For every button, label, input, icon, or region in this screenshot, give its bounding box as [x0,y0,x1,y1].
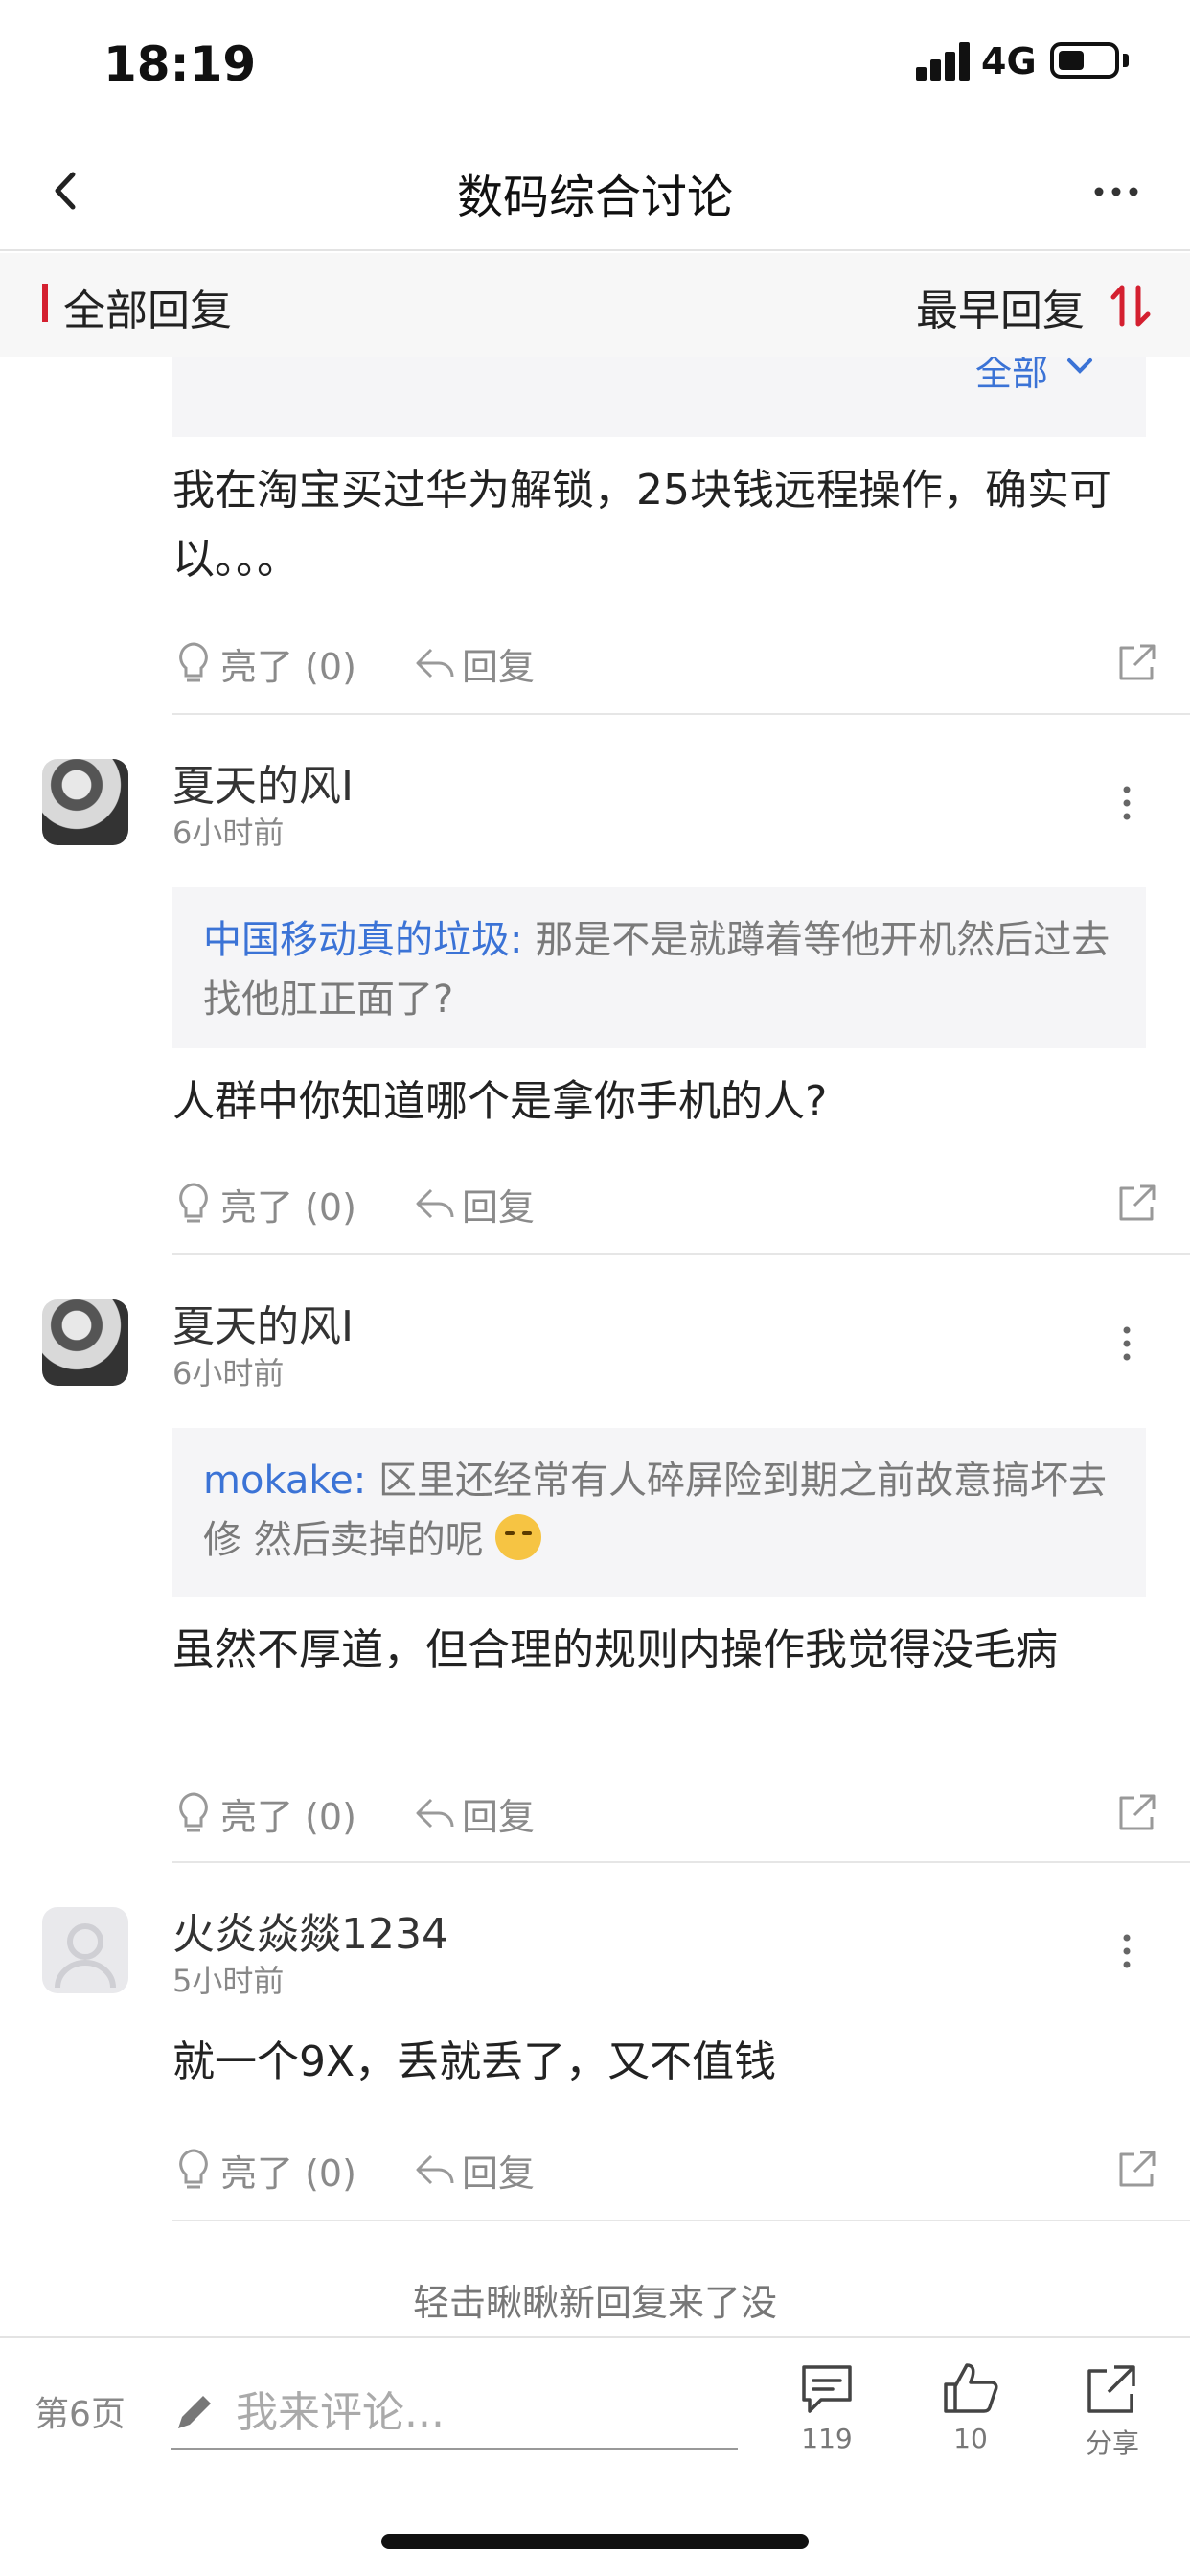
light-label: 亮了 (0) [220,2151,356,2195]
divider [172,2220,1190,2221]
comments-count: 119 [801,2423,853,2454]
light-button[interactable]: 亮了 (0) [172,1175,356,1232]
like-button[interactable]: 10 [918,2359,1023,2494]
share-icon[interactable] [1115,1790,1159,1834]
tab-all-replies[interactable]: 全部回复 [63,276,232,337]
light-button[interactable]: 亮了 (0) [172,1784,356,1842]
user-name[interactable]: 火炎焱燚1234 [172,1899,448,1961]
reply-actions: 亮了 (0) 回复 [172,634,1159,692]
more-horizontal-icon[interactable] [1092,182,1140,201]
battery-tip [1123,54,1129,67]
load-new-replies-button[interactable]: 轻击瞅瞅新回复来了没 [0,2273,1190,2326]
more-vertical-icon[interactable] [1117,784,1136,822]
reply-actions: 亮了 (0) 回复 [172,1175,1159,1232]
reply-actions: 亮了 (0) 回复 [172,1784,1159,1842]
divider [172,1861,1190,1863]
light-label: 亮了 (0) [220,645,356,688]
post-time: 5小时前 [172,1963,285,1999]
share-icon [1087,2365,1135,2413]
chevron-down-icon[interactable] [1065,356,1094,376]
reply-label: 回复 [462,645,536,688]
likes-count: 10 [953,2423,988,2454]
quote-user[interactable]: mokake: [203,1459,366,1503]
thumbs-up-icon [944,2363,998,2413]
status-time: 18:19 [103,36,257,92]
reply-label: 回复 [462,1185,536,1229]
network-type: 4G [981,40,1037,82]
reply-body: 虽然不厚道，但合理的规则内操作我觉得没毛病 [172,1625,1058,1674]
reply-button[interactable]: 回复 [414,2141,535,2198]
reply-body: 就一个9X，丢就丢了，又不值钱 [172,2037,777,2086]
filter-bar: 全部回复 最早回复 [0,253,1190,356]
reply-label: 回复 [462,1795,536,1838]
lightbulb-icon [179,2149,208,2189]
user-name[interactable]: 夏天的风I [172,1292,354,1353]
page-indicator[interactable]: 第6页 [34,2386,126,2436]
avatar[interactable] [42,1300,128,1386]
quote-box[interactable]: mokake: 区里还经常有人碎屏险到期之前故意搞坏去修 然后卖掉的呢 [172,1428,1146,1597]
quote-box[interactable]: 中国移动真的垃圾: 那是不是就蹲着等他开机然后过去找他肛正面了? [172,887,1146,1048]
share-icon[interactable] [1115,640,1159,684]
divider [172,713,1190,715]
avatar[interactable] [42,759,128,845]
light-label: 亮了 (0) [220,1185,356,1229]
light-button[interactable]: 亮了 (0) [172,634,356,692]
lightbulb-icon [179,1792,208,1832]
expand-all-link[interactable]: 全部 [975,356,1048,396]
reply-arrow-icon [416,1188,454,1219]
crying-emoji-icon [495,1514,542,1560]
comment-bubble-icon [802,2365,852,2413]
light-button[interactable]: 亮了 (0) [172,2141,356,2198]
divider [172,1254,1190,1255]
reply-body: 人群中你知道哪个是拿你手机的人? [172,1077,828,1126]
quote-user[interactable]: 中国移动真的垃圾: [203,918,522,962]
reply-arrow-icon [416,1798,454,1828]
reply-arrow-icon [416,648,454,678]
pencil-icon [178,2396,211,2428]
default-avatar-icon [55,1923,116,1989]
reply-button[interactable]: 回复 [414,1784,535,1842]
reply-button[interactable]: 回复 [414,1175,535,1232]
app-root: 18:19 4G 数码综合讨论 全部回复 最早回复 全部 我在淘宝买过华为解锁，… [0,0,1190,2576]
nav-bar: 数码综合讨论 [0,134,1190,251]
sort-earliest-button[interactable]: 最早回复 [916,276,1085,337]
reply-label: 回复 [462,2151,536,2195]
home-indicator [381,2534,809,2549]
comments-button[interactable]: 119 [774,2359,880,2494]
reply-button[interactable]: 回复 [414,634,535,692]
share-label: 分享 [1085,2427,1139,2459]
input-underline [171,2448,738,2450]
more-vertical-icon[interactable] [1117,1932,1136,1970]
reply-body: 我在淘宝买过华为解锁，25块钱远程操作，确实可以。。。 [172,466,1111,584]
more-vertical-icon[interactable] [1117,1324,1136,1363]
share-button[interactable]: 分享 [1060,2359,1165,2494]
reply-actions: 亮了 (0) 回复 [172,2141,1159,2198]
post-time: 6小时前 [172,815,285,851]
light-label: 亮了 (0) [220,1795,356,1838]
avatar[interactable] [42,1907,128,1993]
comment-input[interactable] [236,2379,734,2446]
lightbulb-icon [179,642,208,682]
share-icon[interactable] [1115,1181,1159,1225]
active-tab-marker [42,284,48,322]
reply-feed: 全部 我在淘宝买过华为解锁，25块钱远程操作，确实可以。。。 亮了 (0) 回复… [0,356,1190,2336]
lightbulb-icon [179,1183,208,1223]
signal-icon [916,42,970,80]
share-icon[interactable] [1115,2147,1159,2191]
status-bar: 18:19 4G [0,0,1190,134]
post-time: 6小时前 [172,1355,285,1392]
battery-icon [1050,42,1119,79]
reply-arrow-icon [416,2154,454,2185]
sort-arrows-icon[interactable] [1108,282,1156,330]
page-title: 数码综合讨论 [456,171,733,224]
user-name[interactable]: 夏天的风I [172,751,354,813]
